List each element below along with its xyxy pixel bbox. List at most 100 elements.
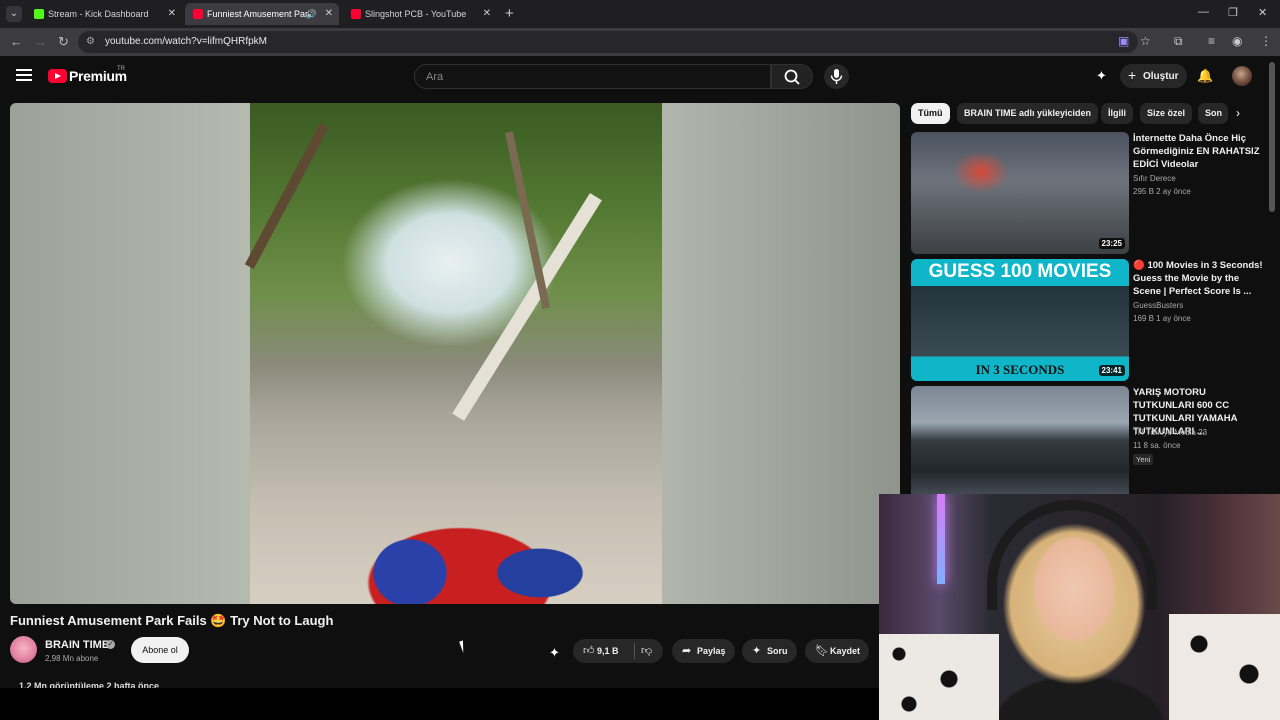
recommendation-channel[interactable]: TR Türkiye Media 23 [1133,428,1207,437]
recommendation-item[interactable]: GUESS 100 MOVIES IN 3 SECONDS 23:41 🔴 10… [911,259,1271,381]
recommendation-item[interactable]: YARIŞ MOTORU TUTKUNLARI 600 CC TUTKUNLAR… [911,386,1271,508]
video-player[interactable] [10,103,900,604]
profile-icon[interactable]: ◉ [1232,34,1242,48]
search-icon [784,69,800,85]
new-badge: Yeni [1133,454,1154,465]
site-info-icon[interactable]: ⚙ [86,36,95,47]
restore-icon[interactable]: ❐ [1228,6,1238,19]
browser-tab-slingshot[interactable]: Slingshot PCB - YouTube ✕ [343,3,497,25]
recommendation-title[interactable]: 🔴 100 Movies in 3 Seconds! Guess the Mov… [1133,259,1263,298]
chip-all[interactable]: Tümü [911,103,950,124]
like-count[interactable]: 9,1 B [597,639,619,663]
share-icon: ➦ [682,645,692,657]
recommendation-title[interactable]: İnternette Daha Önce Hiç Görmediğiniz EN… [1133,132,1263,171]
bookmark-star-icon[interactable]: ☆ [1140,34,1151,48]
chip-related[interactable]: İlgili [1101,103,1133,124]
speaker-icon[interactable]: 🔊 [306,3,317,25]
like-icon[interactable]: 👍︎ [583,639,595,663]
rgb-light-bar [937,494,945,584]
like-divider [634,643,635,659]
video-frame [244,103,662,604]
search-placeholder: Ara [426,71,444,83]
new-tab-button[interactable]: + [505,5,514,22]
channel-avatar[interactable] [10,636,37,663]
video-thumbnail[interactable]: 23:25 [911,132,1129,254]
create-button[interactable]: + Oluştur [1120,64,1187,88]
bedding [879,634,999,720]
share-button[interactable]: ➦ Paylaş [672,639,735,663]
headset [987,500,1157,610]
extension-icon[interactable]: ▣ [1118,34,1129,48]
youtube-header: Premium TR Ara ✦ + Oluştur 🔔 [0,56,1280,100]
recommendation-channel[interactable]: GuessBusters [1133,301,1183,310]
browser-tab-kick[interactable]: Stream - Kick Dashboard ✕ [26,3,182,25]
tab-title: Funniest Amusement Park [207,9,313,19]
chevron-right-icon[interactable]: › [1236,106,1240,120]
url-text: youtube.com/watch?v=lifmQHRfpkM [105,36,268,47]
recommendation-meta: 11 8 sa. önce [1133,441,1181,450]
recommendation-meta: 169 B 1 ay önce [1133,314,1191,323]
forward-icon[interactable]: → [34,34,47,49]
close-tab-icon[interactable]: ✕ [325,3,333,25]
dislike-icon[interactable]: 👎︎ [641,639,652,663]
bell-icon[interactable]: 🔔 [1197,68,1213,84]
voice-search-button[interactable] [824,64,849,89]
subscribe-button[interactable]: Abone ol [131,637,189,663]
share-label: Paylaş [697,646,726,656]
bedding [1169,614,1280,720]
logo-region: TR [117,66,125,72]
thumbnail-bottom-text: IN 3 SECONDS [975,362,1065,377]
create-label: Oluştur [1143,71,1179,82]
search-button[interactable] [771,64,813,89]
url-field[interactable]: ⚙ youtube.com/watch?v=lifmQHRfpkM [78,31,1138,53]
media-controls-icon[interactable]: ≡ [1208,34,1215,48]
chip-recent[interactable]: Son [1198,103,1228,124]
tab-search-button[interactable]: ⌄ [6,6,22,22]
kick-favicon-icon [34,9,44,19]
video-title: Funniest Amusement Park Fails 🤩 Try Not … [10,613,334,628]
chip-for-you[interactable]: Size özel [1140,103,1193,124]
back-icon[interactable]: ← [10,34,23,49]
ask-button[interactable]: ✦ Soru [742,639,797,663]
video-thumbnail[interactable] [911,386,1129,508]
menu-icon[interactable] [16,69,32,81]
tab-title: Stream - Kick Dashboard [48,9,149,19]
recommendation-item[interactable]: 23:25 İnternette Daha Önce Hiç Görmediği… [911,132,1271,254]
duration-badge: 23:25 [1098,238,1125,249]
channel-name[interactable]: BRAIN TIME [45,639,109,651]
thumbnail-top-text: GUESS 100 MOVIES [928,261,1112,282]
cast-icon[interactable]: ✦ [1096,68,1107,84]
like-dislike-group: 👍︎ 9,1 B 👎︎ [573,639,663,663]
video-thumbnail[interactable]: GUESS 100 MOVIES IN 3 SECONDS 23:41 [911,259,1129,381]
reload-icon[interactable]: ↻ [58,34,69,50]
browser-menu-icon[interactable]: ⋮ [1260,34,1272,48]
bookmark-icon: 🔖︎ [815,645,829,657]
mouse-cursor [459,638,471,654]
chip-from-uploader[interactable]: BRAIN TIME adlı yükleyiciden [957,103,1099,124]
avatar[interactable] [1232,66,1252,86]
sparkle-icon[interactable]: ✦ [549,645,560,661]
youtube-favicon-icon [193,9,203,19]
mic-icon [830,69,843,84]
youtube-favicon-icon [351,9,361,19]
ask-label: Soru [767,646,788,656]
plus-icon: + [1128,67,1137,83]
verified-icon: ✓ [106,640,115,649]
close-window-icon[interactable]: ✕ [1258,6,1267,19]
sparkle-icon: ✦ [752,645,762,657]
save-button[interactable]: 🔖︎ Kaydet [805,639,869,663]
extensions-puzzle-icon[interactable]: ⧉ [1174,34,1183,49]
youtube-logo-icon[interactable] [48,69,67,83]
minimize-icon[interactable]: — [1198,6,1209,18]
tab-title: Slingshot PCB - YouTube [365,9,467,19]
subscriber-count: 2,98 Mn abone [45,654,99,663]
browser-tab-bar: ⌄ Stream - Kick Dashboard ✕ Funniest Amu… [0,0,1280,28]
browser-tab-youtube-active[interactable]: Funniest Amusement Park 🔊 ✕ [185,3,339,25]
duration-badge: 23:41 [1098,365,1125,376]
webcam-overlay [879,494,1280,720]
search-input[interactable]: Ara [414,64,771,89]
browser-address-bar: ← → ↻ ⚙ youtube.com/watch?v=lifmQHRfpkM … [0,28,1280,56]
recommendation-channel[interactable]: Sıfır Derece [1133,174,1176,183]
close-tab-icon[interactable]: ✕ [483,3,491,25]
close-tab-icon[interactable]: ✕ [168,3,176,25]
